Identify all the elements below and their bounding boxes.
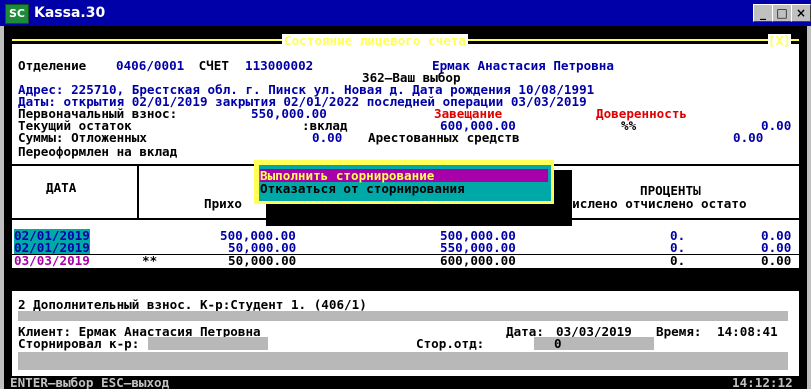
branch-label: Отделение <box>18 58 94 73</box>
percent-label: %% <box>621 118 637 133</box>
application-window: SC Kassa.30 _ □ × Состояние лицевого сче… <box>0 0 811 389</box>
detail-line: 2 Дополнительный взнос. К-р:Студент 1. (… <box>18 297 367 312</box>
time-value: 14:08:41 <box>717 324 778 339</box>
title-bar[interactable]: SC Kassa.30 _ □ × <box>0 0 811 26</box>
status-bar: ENTER–выбор ESC–выход 14:12:12 <box>4 376 807 389</box>
arrested-value: 0.00 <box>733 130 764 145</box>
menu-item-cancel[interactable]: Отказаться от сторнирования <box>260 182 548 195</box>
row3-rest: 0.00 <box>761 253 792 268</box>
maximize-button[interactable]: □ <box>772 4 792 22</box>
key-hints: ENTER–выбор ESC–выход <box>10 375 170 389</box>
row3-mark: ** <box>142 253 158 268</box>
detail-footer-fill <box>18 352 788 370</box>
close-button[interactable]: × <box>791 4 811 22</box>
transfer-label: Переоформлен на вклад <box>18 144 178 159</box>
deferred-label: Суммы: Отложенных <box>18 130 147 145</box>
storno-menu: Выполнить сторнирование Отказаться от ст… <box>254 160 554 204</box>
col-date: ДАТА <box>46 180 77 195</box>
proxy-indicator: Доверенность <box>596 106 687 121</box>
row3-balance: 600,000.00 <box>440 253 516 268</box>
percent-value: 0.00 <box>761 118 792 133</box>
col-percent-sub: ачислено отчислено остато <box>557 196 747 211</box>
arrested-label: Арестованных средств <box>368 130 520 145</box>
storno-branch-label: Стор.отд: <box>416 336 485 351</box>
row3-accrued: 0. <box>670 253 686 268</box>
clock: 14:12:12 <box>732 375 793 389</box>
time-label: Время: <box>656 324 702 339</box>
branch-value: 0406/0001 <box>116 58 185 73</box>
storno-branch-value: 0 <box>554 336 562 351</box>
console-area: Состояние лицевого счета [X] Отделение 0… <box>4 26 807 389</box>
minimize-button[interactable]: _ <box>753 4 773 22</box>
row3-date[interactable]: 03/03/2019 <box>14 254 90 267</box>
account-label: СЧЕТ <box>191 58 237 73</box>
storno-operator-field[interactable] <box>148 337 268 350</box>
col-income: Прихо <box>204 196 242 211</box>
deferred-value: 0.00 <box>312 130 343 145</box>
detail-spacer <box>18 311 788 321</box>
storno-branch-field[interactable] <box>534 337 654 350</box>
storno-operator-label: Сторнировал к-р: <box>18 336 140 351</box>
window-title: Kassa.30 <box>34 5 106 21</box>
app-icon: SC <box>5 4 29 24</box>
account-number: 113000002 <box>245 58 314 73</box>
frame-title: Состояние лицевого счета <box>282 33 468 48</box>
frame-close-tag[interactable]: [X] <box>768 34 791 47</box>
row3-income: 50,000.00 <box>228 253 297 268</box>
